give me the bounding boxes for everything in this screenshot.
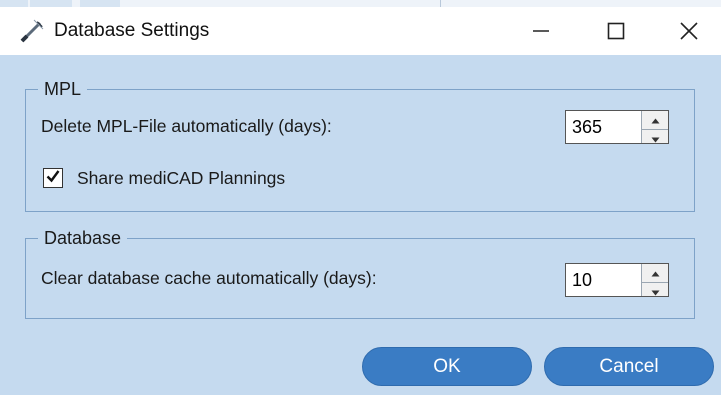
- checkmark-icon: [45, 168, 61, 189]
- close-icon: [679, 21, 699, 41]
- title-bar: Database Settings: [0, 7, 721, 55]
- clear-cache-label: Clear database cache automatically (days…: [41, 268, 377, 288]
- delete-mpl-days-spinner[interactable]: 365: [565, 110, 669, 144]
- arrow-up-icon: [651, 111, 660, 129]
- share-plannings-label: Share mediCAD Plannings: [77, 168, 286, 188]
- clear-cache-days-input[interactable]: 10: [566, 264, 641, 296]
- delete-mpl-label: Delete MPL-File automatically (days):: [41, 116, 332, 136]
- maximize-icon: [607, 22, 625, 40]
- mpl-group: [25, 89, 695, 212]
- maximize-button[interactable]: [584, 7, 648, 55]
- clear-cache-days-up[interactable]: [642, 264, 668, 282]
- window-title: Database Settings: [54, 20, 210, 41]
- share-plannings-checkbox[interactable]: [43, 168, 63, 188]
- database-group-legend: Database: [38, 228, 128, 248]
- clear-cache-days-down[interactable]: [642, 282, 668, 301]
- close-button[interactable]: [657, 7, 721, 55]
- delete-mpl-days-up[interactable]: [642, 111, 668, 129]
- ok-button[interactable]: OK: [362, 347, 532, 386]
- arrow-down-icon: [651, 130, 660, 148]
- clear-cache-days-spinner[interactable]: 10: [565, 263, 669, 297]
- delete-mpl-days-input[interactable]: 365: [566, 111, 641, 143]
- minimize-button[interactable]: [509, 7, 573, 55]
- syringe-icon: [18, 19, 44, 45]
- mpl-group-legend: MPL: [38, 79, 88, 99]
- arrow-up-icon: [651, 264, 660, 282]
- delete-mpl-days-down[interactable]: [642, 129, 668, 148]
- arrow-down-icon: [651, 283, 660, 301]
- dialog-body: MPL Delete MPL-File automatically (days)…: [0, 55, 721, 395]
- cancel-button[interactable]: Cancel: [544, 347, 714, 386]
- minimize-icon: [532, 22, 550, 40]
- background-window-strip: [0, 0, 721, 7]
